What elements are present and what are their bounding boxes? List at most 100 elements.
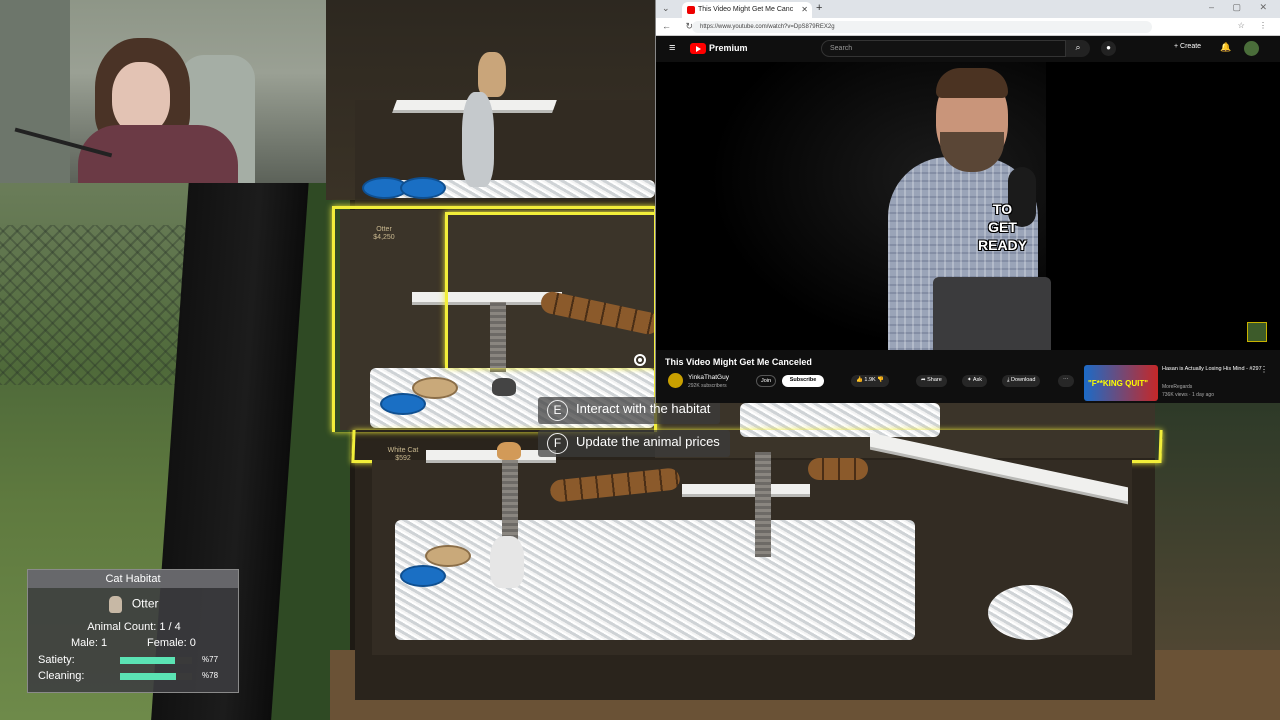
window-controls-icon[interactable]: – ▢ ✕ [1209, 2, 1275, 13]
create-label: Create [1180, 43, 1202, 50]
recommended-title[interactable]: Hasan is Actually Losing His Mind - #297 [1162, 366, 1262, 373]
new-tab-icon[interactable]: + [816, 2, 822, 14]
update-prices-prompt[interactable]: F Update the animal prices [538, 430, 730, 457]
satiety-label: Satiety: [38, 654, 75, 666]
webcam-overlay [0, 0, 326, 183]
youtube-header: ≡ Premium Search ⌕ ● + Create 🔔 [656, 36, 1280, 62]
animal-count: Animal Count: 1 / 4 [87, 621, 181, 633]
update-prices-label: Update the animal prices [576, 434, 720, 449]
bottom-food-bowl [400, 565, 446, 587]
ask-button[interactable]: ✦ Ask [962, 375, 988, 387]
youtube-search-input[interactable]: Search [821, 40, 1066, 57]
otter-tag-name: Otter [376, 226, 392, 233]
recommended-more-icon[interactable]: ⋮ [1260, 365, 1268, 374]
tab-youtube[interactable]: This Video Might Get Me Canc ✕ [682, 2, 812, 18]
otter-tag-price: $4,250 [373, 233, 395, 241]
bottom-bridge-small [808, 458, 868, 480]
url-field[interactable]: https://www.youtube.com/watch?v=DpS879RE… [692, 21, 1152, 33]
hamburger-menu-icon[interactable]: ≡ [669, 42, 675, 54]
download-label: Download [1010, 377, 1036, 383]
orange-kitten[interactable] [497, 442, 521, 460]
interact-habitat-label: Interact with the habitat [576, 401, 711, 416]
subscriber-count: 292K subscribers [688, 383, 727, 389]
browser-window[interactable]: ⌄ This Video Might Get Me Canc ✕ + – ▢ ✕… [655, 0, 1280, 403]
habitat-panel-title: Cat Habitat [28, 570, 238, 588]
youtube-logo-icon[interactable] [690, 43, 706, 54]
caption-line-3: READY [978, 237, 1028, 253]
key-f-icon: F [547, 433, 568, 454]
browser-toolbar-icons[interactable]: ☆ ⋮ [1238, 21, 1273, 30]
chain-link-fence [0, 225, 190, 385]
recommended-channel: MoreRegards [1162, 384, 1193, 390]
video-frame: TO GET READY [708, 62, 1051, 350]
white-cat-price-tag: White Cat $592 [385, 447, 421, 462]
animal-row: Otter [28, 596, 240, 613]
search-icon[interactable]: ⌕ [1066, 40, 1090, 57]
video-player[interactable]: TO GET READY [656, 62, 1280, 350]
more-actions-icon[interactable]: ⋯ [1058, 375, 1074, 387]
channel-avatar[interactable] [668, 373, 683, 388]
ask-label: Ask [972, 377, 983, 383]
crosshair-icon [634, 354, 646, 366]
female-count: Female: 0 [147, 637, 196, 649]
white-cat-tag-price: $592 [395, 454, 411, 462]
join-button[interactable]: Join [756, 375, 776, 387]
recommended-meta: 736K views · 1 day ago [1162, 392, 1214, 398]
white-cat[interactable] [490, 536, 524, 588]
download-button[interactable]: ⤓ Download [1002, 375, 1041, 387]
cleaning-label: Cleaning: [38, 670, 85, 682]
caption-line-2: GET [988, 219, 1017, 235]
white-cat-tag-name: White Cat [387, 447, 419, 454]
account-avatar[interactable] [1244, 41, 1259, 56]
thumbs-up-icon: 👍 [856, 377, 863, 383]
youtube-premium-label[interactable]: Premium [709, 43, 748, 53]
notifications-bell-icon[interactable]: 🔔 [1220, 42, 1231, 53]
key-e-icon: E [547, 400, 568, 421]
recommended-thumb-text: "F**KING QUIT" [1088, 379, 1149, 388]
like-button[interactable]: 👍 1.9K 👎 [851, 375, 890, 387]
bottom-bedding [395, 520, 915, 640]
satiety-row: Satiety: %77 [38, 654, 233, 666]
sparkle-icon: ✦ [967, 377, 972, 383]
grey-cat-standing[interactable] [462, 92, 494, 187]
close-tab-icon[interactable]: ✕ [801, 5, 808, 14]
presenter-hair [936, 68, 1008, 98]
cleaning-bar [120, 673, 192, 680]
thumbs-down-icon[interactable]: 👎 [877, 377, 884, 383]
subscribe-button[interactable]: Subscribe [782, 375, 824, 387]
male-count: Male: 1 [71, 637, 108, 649]
video-title: This Video Might Get Me Canceled [665, 357, 812, 367]
share-icon: ➦ [921, 377, 926, 383]
orange-cat[interactable] [478, 52, 506, 97]
bottom-shelf-right [682, 484, 810, 494]
download-icon: ⤓ [1007, 377, 1010, 383]
create-button[interactable]: + Create [1174, 43, 1201, 50]
share-label: Share [927, 377, 942, 383]
youtube-favicon-icon [687, 6, 695, 14]
cat-icon [109, 596, 123, 613]
cleaning-fill [120, 673, 177, 680]
streamer-face [112, 62, 170, 134]
bottom-shelf-left [426, 450, 556, 460]
habitat-info-panel: Cat Habitat Otter Animal Count: 1 / 4 Ma… [27, 569, 239, 693]
microphone-icon[interactable]: ● [1101, 41, 1116, 56]
satiety-value: %77 [202, 655, 219, 664]
caption-line-1: TO [992, 201, 1013, 217]
laptop [933, 277, 1051, 350]
address-bar: ← ↻ https://www.youtube.com/watch?v=DpS8… [656, 18, 1280, 36]
share-button[interactable]: ➦ Share [916, 375, 947, 387]
cleaning-row: Cleaning: %78 [38, 670, 233, 682]
cleaning-value: %78 [202, 671, 219, 680]
tab-list-icon[interactable]: ⌄ [662, 3, 670, 14]
satiety-fill [120, 657, 176, 664]
otter-price-tag: Otter $4,250 [368, 226, 400, 241]
bottom-kibble-bowl [425, 545, 471, 567]
channel-watermark-icon[interactable] [1247, 322, 1267, 342]
tab-bar: ⌄ This Video Might Get Me Canc ✕ + – ▢ ✕ [656, 0, 1280, 18]
tab-title: This Video Might Get Me Canc [698, 6, 794, 13]
video-caption: TO GET READY [978, 200, 1027, 254]
bottom-scratch-post-right [755, 452, 771, 557]
like-count: 1.9K [864, 377, 876, 383]
animal-name: Otter [131, 596, 159, 611]
channel-name[interactable]: YinkaThatGuy [688, 374, 729, 381]
